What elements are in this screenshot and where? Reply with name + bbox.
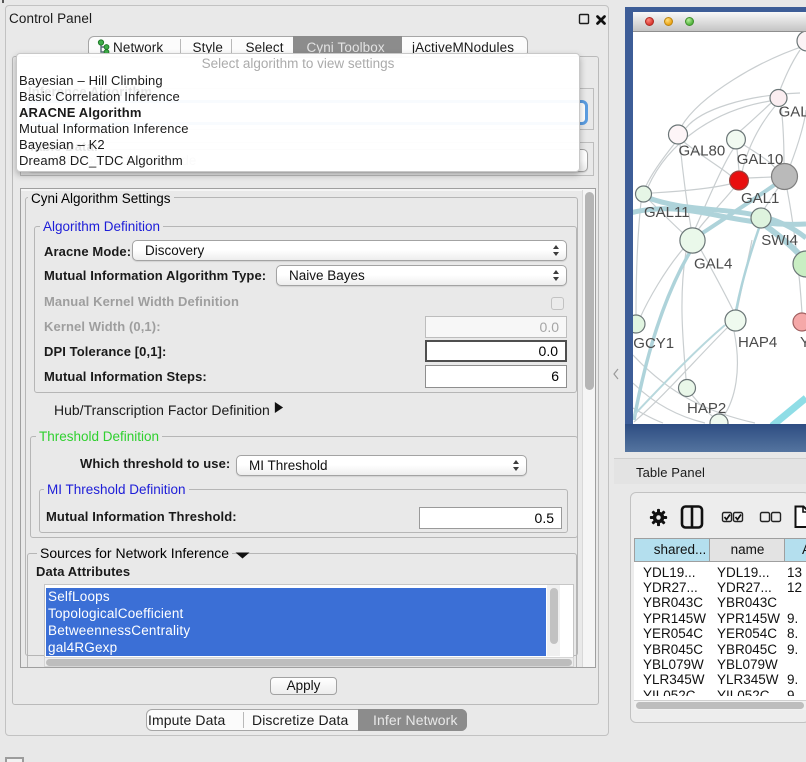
svg-text:HAP4: HAP4: [738, 334, 777, 351]
svg-text:HAP2: HAP2: [687, 400, 726, 417]
svg-text:GAL4: GAL4: [694, 256, 732, 273]
svg-text:SWI4: SWI4: [761, 232, 798, 249]
svg-text:Y: Y: [800, 334, 806, 351]
svg-text:GAL1: GAL1: [741, 190, 779, 207]
svg-text:GAL11: GAL11: [644, 204, 690, 221]
svg-text:GAL10: GAL10: [737, 151, 784, 168]
svg-text:GCY1: GCY1: [633, 335, 674, 352]
svg-text:GAL: GAL: [779, 104, 806, 121]
svg-text:GAL80: GAL80: [679, 143, 726, 160]
